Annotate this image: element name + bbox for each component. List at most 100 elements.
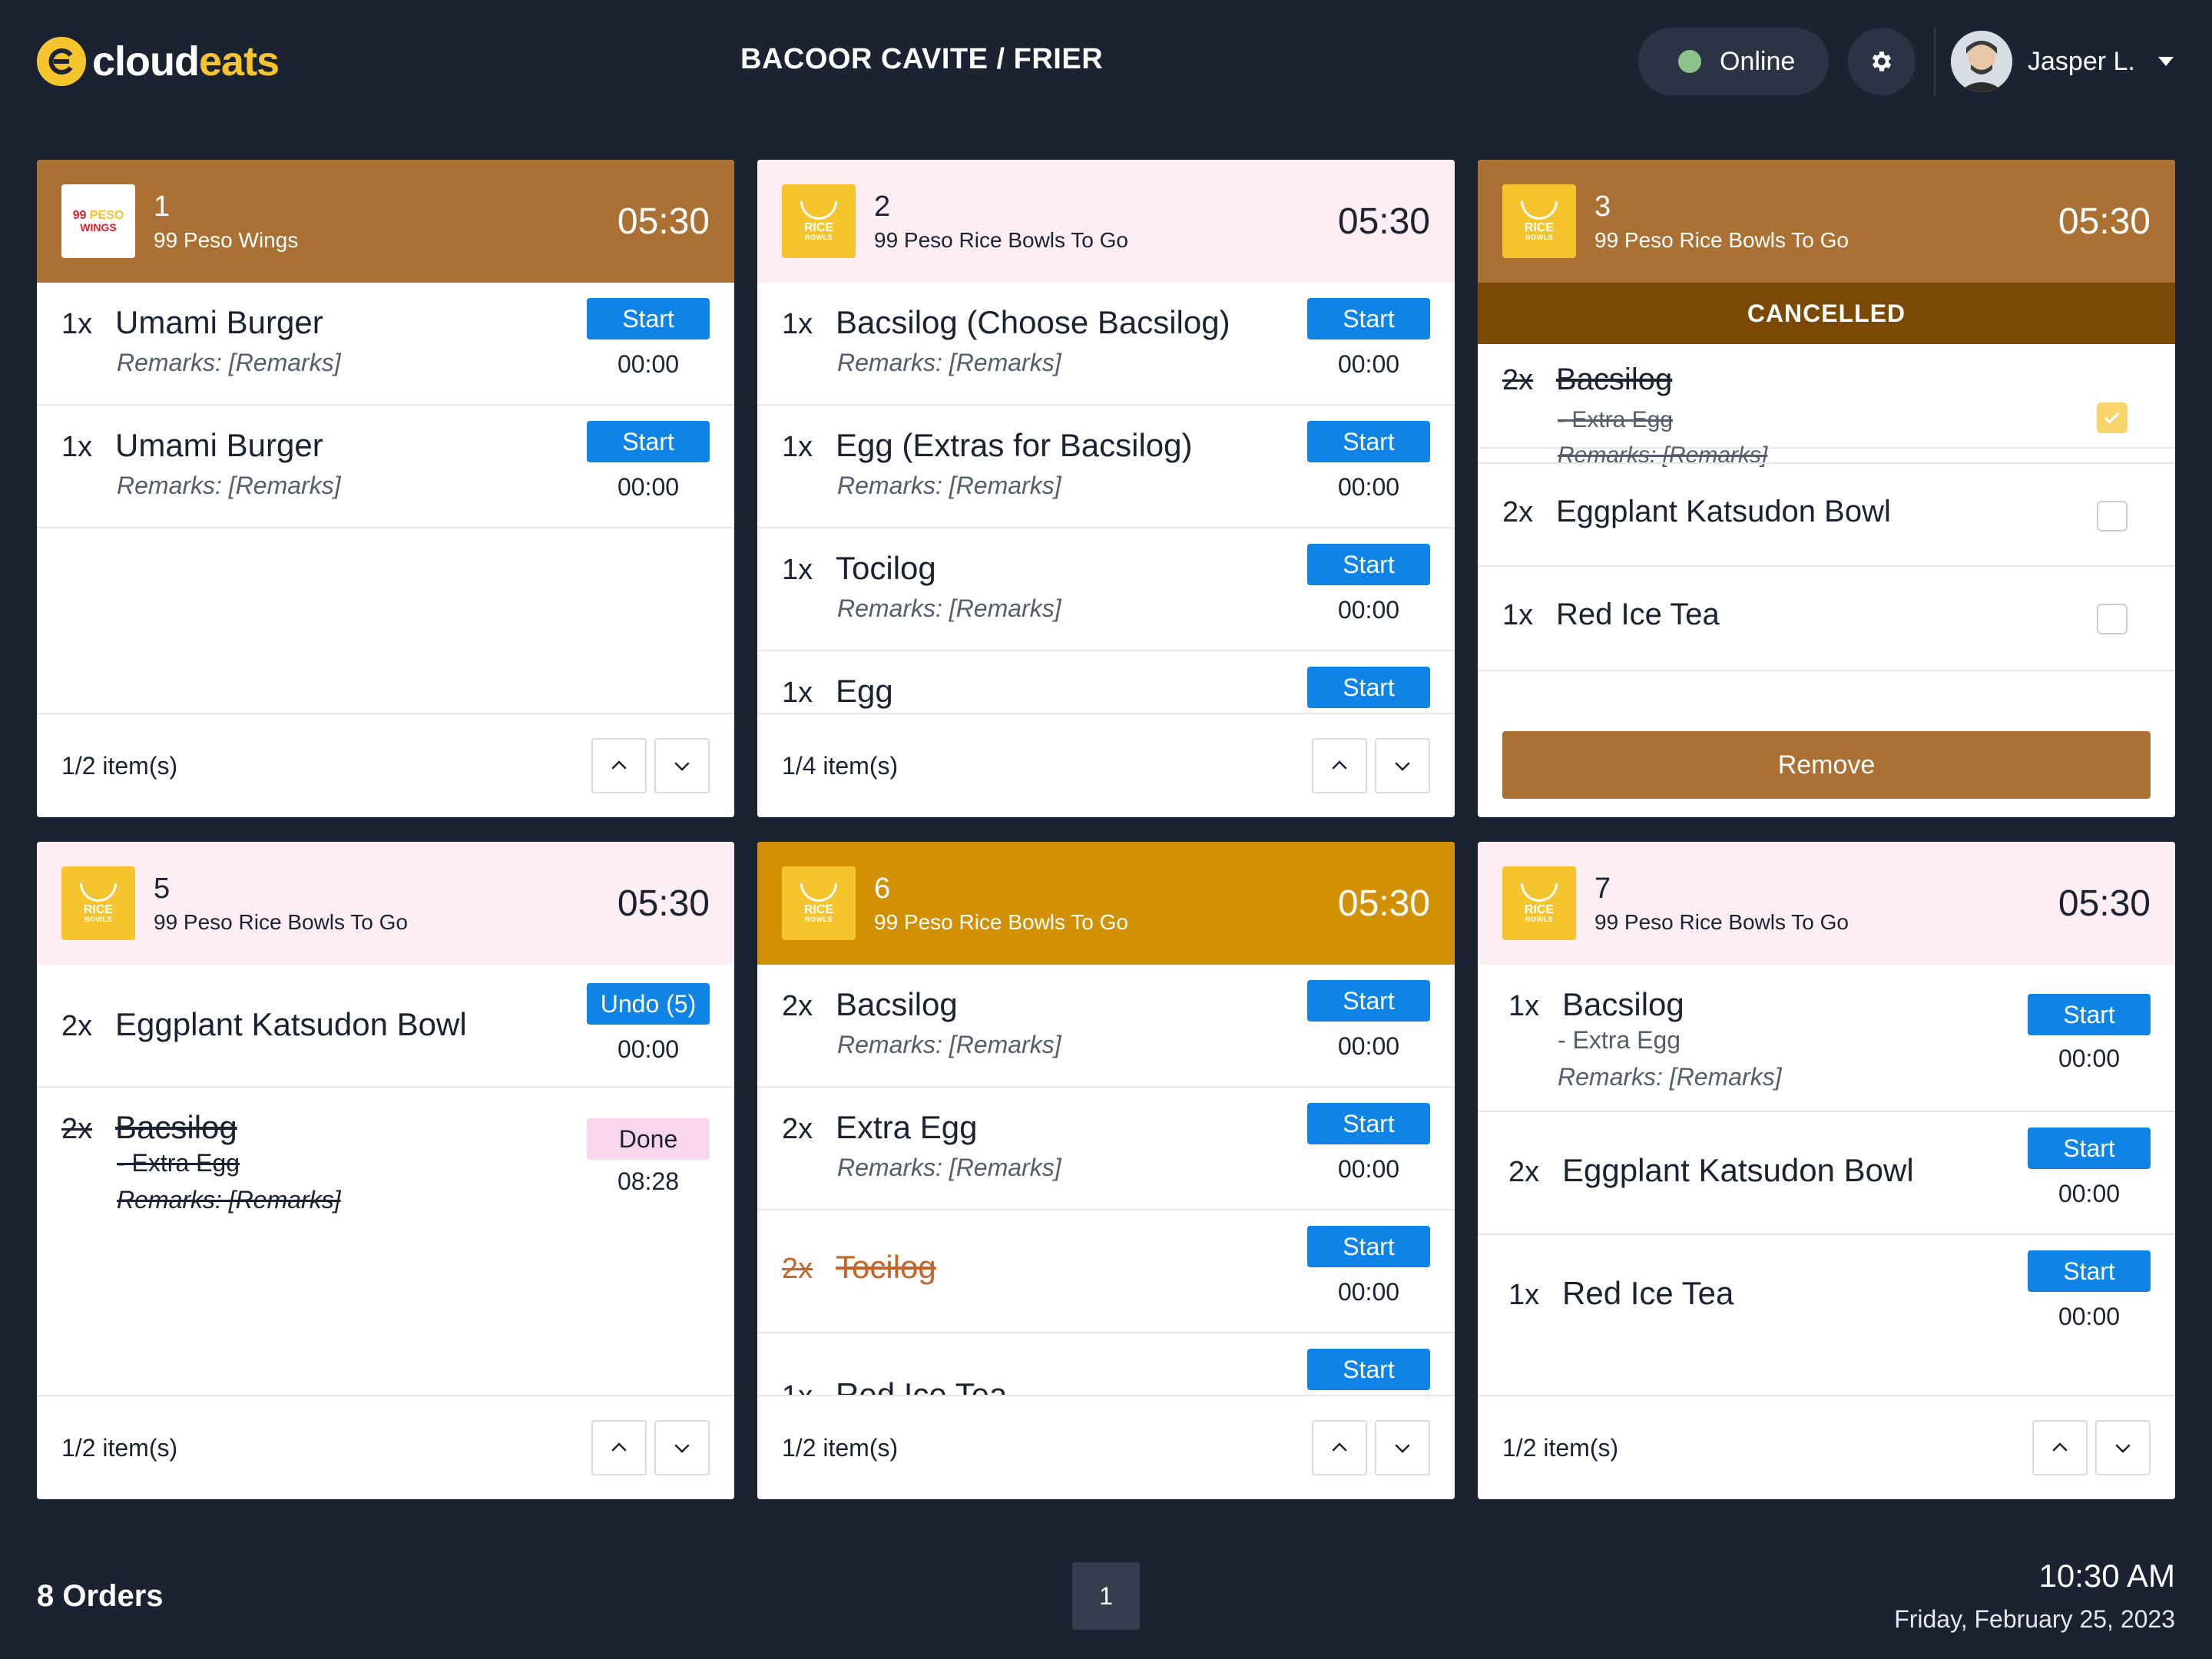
- order-number: 3: [1594, 190, 1611, 223]
- start-button[interactable]: Start: [587, 298, 710, 339]
- item-name: Extra Egg: [836, 1109, 978, 1145]
- done-button[interactable]: Done: [587, 1118, 710, 1160]
- cancelled-banner: CANCELLED: [1478, 283, 2175, 344]
- chevron-up-icon: [611, 760, 627, 770]
- rice-bowls-brand-logo: RICE BOWLS: [1502, 866, 1576, 940]
- order-card-2: RICE BOWLS 2 99 Peso Rice Bowls To Go 05:…: [757, 160, 1455, 817]
- clock-time: 10:30 AM: [2038, 1558, 2175, 1594]
- gear-icon: [1872, 51, 1892, 71]
- item-name: Bacsilog: [836, 986, 958, 1022]
- start-button[interactable]: Start: [2028, 1250, 2151, 1292]
- start-button[interactable]: Start: [1307, 544, 1430, 585]
- chevron-down-icon: [2157, 57, 2174, 66]
- item-remarks: Remarks: [Remarks]: [117, 472, 341, 499]
- item-qty: 1x: [782, 431, 813, 463]
- start-button[interactable]: Start: [1307, 298, 1430, 339]
- start-button[interactable]: Start: [1307, 421, 1430, 462]
- logo-text-eats: eats: [199, 38, 280, 84]
- item-name: Egg (Extras for Bacsilog): [836, 427, 1193, 463]
- scroll-up-button[interactable]: [591, 738, 647, 793]
- order-item: 1x Umami Burger Remarks: [Remarks] Start …: [37, 406, 734, 528]
- order-item: 1x Bacsilog - Extra Egg Remarks: [Remarks…: [1478, 965, 2175, 1112]
- order-item: 2x Eggplant Katsudon Bowl Undo (5) 00:00: [37, 965, 734, 1088]
- item-qty: 2x: [1502, 364, 1534, 396]
- item-name: Umami Burger: [115, 304, 323, 340]
- scroll-up-button[interactable]: [1312, 738, 1367, 793]
- item-extra: - Extra Egg: [1558, 407, 1674, 432]
- rice-bowls-brand-logo: RICE BOWLS: [1502, 184, 1576, 258]
- start-button[interactable]: Start: [587, 421, 710, 462]
- brand-name: 99 Peso Rice Bowls To Go: [874, 227, 1128, 252]
- item-remarks: Remarks: [Remarks]: [117, 1186, 341, 1214]
- item-timer: 00:00: [617, 1035, 680, 1063]
- item-remarks: Remarks: [Remarks]: [837, 472, 1061, 499]
- item-timer: 08:28: [617, 1167, 680, 1195]
- item-name: Eggplant Katsudon Bowl: [115, 1006, 467, 1042]
- start-button[interactable]: Start: [1307, 1226, 1430, 1267]
- cloudeats-logo: cloudeats: [37, 37, 280, 86]
- scroll-down-button[interactable]: [654, 1420, 710, 1475]
- order-number: 7: [1594, 872, 1611, 905]
- brand-name: 99 Peso Rice Bowls To Go: [154, 909, 408, 934]
- scroll-up-button[interactable]: [1312, 1420, 1367, 1475]
- item-checkbox[interactable]: [2097, 604, 2128, 634]
- item-qty: 2x: [782, 1253, 813, 1285]
- start-button[interactable]: Start: [1307, 980, 1430, 1022]
- item-count: 1/2 item(s): [782, 1433, 899, 1462]
- logo-text-cloud: cloud: [92, 38, 200, 84]
- order-items-list: 1x Bacsilog (Choose Bacsilog) Remarks: [R…: [757, 283, 1455, 719]
- item-qty: 1x: [1502, 599, 1534, 631]
- item-name: Bacsilog: [1562, 986, 1684, 1022]
- start-button[interactable]: Start: [1307, 1103, 1430, 1144]
- chevron-up-icon: [1332, 1442, 1347, 1452]
- item-count: 1/2 item(s): [1502, 1433, 1619, 1462]
- online-status-toggle[interactable]: Online: [1638, 28, 1829, 95]
- scroll-down-button[interactable]: [2095, 1420, 2151, 1475]
- card-footer: 1/2 item(s): [37, 713, 734, 817]
- scroll-up-button[interactable]: [2032, 1420, 2088, 1475]
- item-extra: - Extra Egg: [117, 1149, 240, 1177]
- order-number: 5: [154, 872, 171, 905]
- undo-button[interactable]: Undo (5): [587, 983, 710, 1025]
- order-items-list: 1x Bacsilog - Extra Egg Remarks: [Remarks…: [1478, 965, 2175, 1395]
- remove-button[interactable]: Remove: [1502, 731, 2151, 799]
- item-timer: 00:00: [1337, 1155, 1400, 1183]
- scroll-down-button[interactable]: [1375, 1420, 1430, 1475]
- item-qty: 1x: [1508, 1279, 1540, 1311]
- status-dot-icon: [1678, 50, 1701, 73]
- orders-count: 8 Orders: [37, 1579, 164, 1613]
- start-button[interactable]: Start: [2028, 1128, 2151, 1169]
- scroll-up-button[interactable]: [591, 1420, 647, 1475]
- clock: 10:30 AM Friday, February 25, 2023: [1894, 1558, 2175, 1634]
- order-item: 1xRed Ice Tea Start: [757, 1333, 1455, 1395]
- item-qty: 2x: [1508, 1156, 1540, 1188]
- location-title: BACOOR CAVITE / FRIER: [740, 43, 1104, 75]
- order-card-header: RICE BOWLS 2 99 Peso Rice Bowls To Go 05:…: [757, 160, 1455, 283]
- order-item: 1x Bacsilog (Choose Bacsilog) Remarks: [R…: [757, 283, 1455, 406]
- avatar: [1951, 31, 2012, 92]
- start-button[interactable]: Start: [1307, 1349, 1430, 1390]
- scroll-down-button[interactable]: [654, 738, 710, 793]
- page-button[interactable]: 1: [1072, 1562, 1140, 1630]
- order-card-6: RICE BOWLS 6 99 Peso Rice Bowls To Go 05:…: [757, 842, 1455, 1499]
- item-qty: 1x: [61, 308, 93, 340]
- chevron-down-icon: [1395, 1444, 1410, 1453]
- user-menu[interactable]: Jasper L.: [1951, 31, 2174, 92]
- order-card-header: 99 PESO WINGS 1 99 Peso Wings 05:30: [37, 160, 734, 283]
- brand-name: 99 Peso Rice Bowls To Go: [874, 909, 1128, 934]
- settings-button[interactable]: [1848, 28, 1916, 95]
- item-name: Eggplant Katsudon Bowl: [1562, 1152, 1914, 1188]
- rice-bowls-brand-logo: RICE BOWLS: [782, 866, 856, 940]
- item-remarks: Remarks: [Remarks]: [837, 1154, 1061, 1181]
- status-label: Online: [1720, 46, 1796, 76]
- item-checkbox[interactable]: [2097, 402, 2128, 433]
- brand-name: 99 Peso Wings: [154, 227, 299, 252]
- order-number: 6: [874, 872, 891, 905]
- item-name: Bacsilog (Choose Bacsilog): [836, 304, 1230, 340]
- start-button[interactable]: Start: [2028, 994, 2151, 1035]
- item-name: Tocilog: [836, 1249, 936, 1285]
- scroll-down-button[interactable]: [1375, 738, 1430, 793]
- card-footer: 1/2 item(s): [37, 1395, 734, 1499]
- start-button[interactable]: Start: [1307, 667, 1430, 708]
- item-checkbox[interactable]: [2097, 501, 2128, 531]
